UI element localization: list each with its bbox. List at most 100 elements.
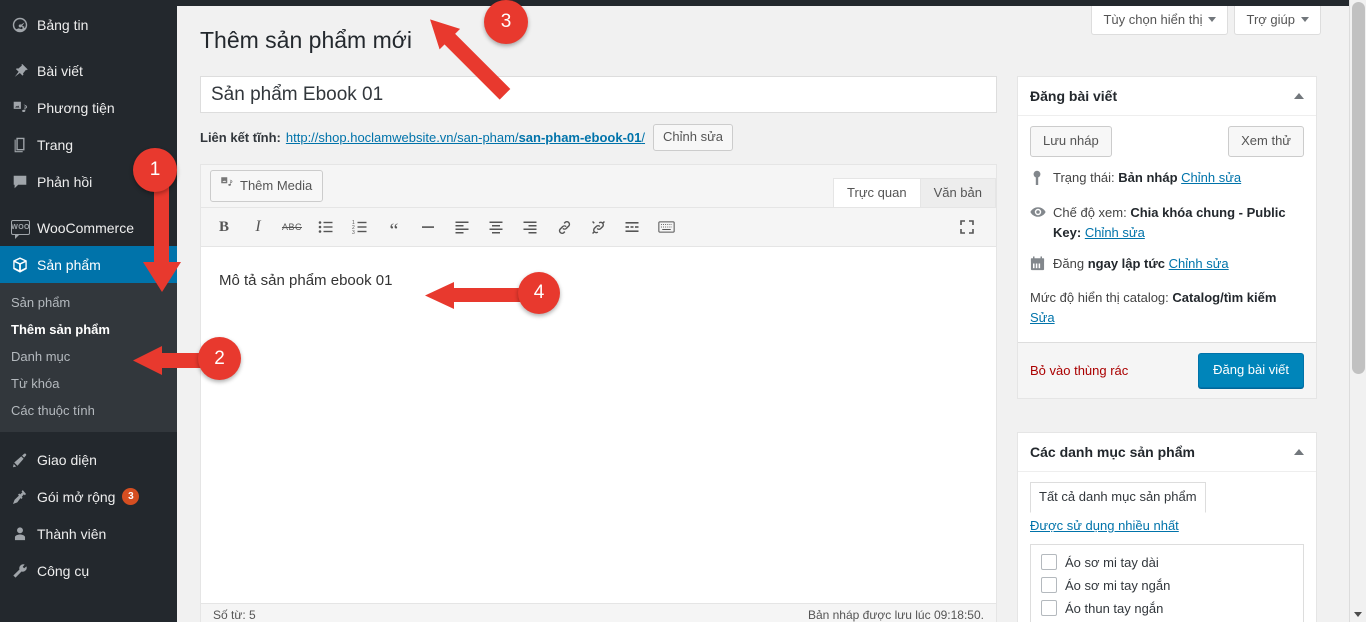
strikethrough-icon[interactable]: ABC <box>277 212 307 242</box>
chevron-up-icon[interactable] <box>1294 93 1304 99</box>
status-row: Trạng thái: Bản nháp Chỉnh sửa <box>1030 168 1304 192</box>
categories-tabs: Tất cả danh mục sản phẩm Được sử dụng nh… <box>1030 482 1304 536</box>
help-label: Trợ giúp <box>1246 12 1295 27</box>
read-more-icon[interactable] <box>617 212 647 242</box>
publish-box-header[interactable]: Đăng bài viết <box>1018 77 1316 116</box>
post-editor: Thêm Media Trực quan Văn bản B I ABC 123… <box>200 164 997 622</box>
preview-button[interactable]: Xem thử <box>1228 126 1304 157</box>
bold-icon[interactable]: B <box>209 212 239 242</box>
sidebar-item-label: Thành viên <box>37 525 107 542</box>
page-icon <box>11 136 37 154</box>
product-title-input[interactable]: Sản phẩm Ebook 01 <box>200 76 997 113</box>
tab-visual[interactable]: Trực quan <box>833 178 921 208</box>
list-item[interactable]: Áo sơ mi tay ngắn <box>1041 577 1293 593</box>
appearance-brush-icon <box>11 451 37 469</box>
category-label: Áo sơ mi tay dài <box>1065 554 1159 570</box>
bullet-list-icon[interactable] <box>311 212 341 242</box>
category-checkbox[interactable] <box>1041 600 1057 616</box>
display-options-label: Tùy chọn hiển thị <box>1103 12 1203 27</box>
pin-marker-icon <box>1030 170 1046 192</box>
sidebar-item-users[interactable]: Thành viên <box>0 515 177 552</box>
scrollbar-thumb[interactable] <box>1352 2 1365 374</box>
italic-icon[interactable]: I <box>243 212 273 242</box>
publish-box: Đăng bài viết Lưu nháp Xem thử Trạng thá… <box>1017 76 1317 399</box>
display-options-button[interactable]: Tùy chọn hiển thị <box>1091 6 1229 35</box>
dashboard-icon <box>11 16 37 34</box>
permalink-trailing: / <box>641 130 646 145</box>
insert-link-icon[interactable] <box>549 212 579 242</box>
publish-box-body: Lưu nháp Xem thử Trạng thái: Bản nháp Ch… <box>1018 116 1316 342</box>
list-item[interactable]: Áo sơ mi tay dài <box>1041 554 1293 570</box>
sidebar-item-media[interactable]: Phương tiện <box>0 89 177 126</box>
annotation-badge-3: 3 <box>484 0 528 44</box>
numbered-list-icon[interactable]: 123 <box>345 212 375 242</box>
horizontal-rule-icon[interactable] <box>413 212 443 242</box>
sidebar-item-posts[interactable]: Bài viết <box>0 52 177 89</box>
blockquote-icon[interactable]: “ <box>379 212 409 242</box>
sidebar-item-label: Sản phẩm <box>37 256 101 273</box>
publish-button[interactable]: Đăng bài viết <box>1198 353 1304 388</box>
schedule-prefix: Đăng <box>1053 256 1085 271</box>
tab-most-used[interactable]: Được sử dụng nhiều nhất <box>1030 512 1179 536</box>
edit-status-link[interactable]: Chỉnh sửa <box>1181 170 1241 185</box>
sidebar-item-label: Công cụ <box>37 562 90 579</box>
scroll-down-arrow-icon[interactable] <box>1354 612 1362 617</box>
sidebar-item-label: Phương tiện <box>37 99 115 116</box>
editor-paragraph: Mô tả sản phẩm ebook 01 <box>219 272 393 289</box>
svg-text:3: 3 <box>352 230 355 235</box>
add-media-button[interactable]: Thêm Media <box>210 170 324 202</box>
category-label: Áo thun tay ngắn <box>1065 600 1164 616</box>
sidebar-item-label: WooCommerce <box>37 219 134 236</box>
publish-actions-row: Lưu nháp Xem thử <box>1030 126 1304 157</box>
align-left-icon[interactable] <box>447 212 477 242</box>
unlink-icon[interactable] <box>583 212 613 242</box>
move-to-trash-link[interactable]: Bỏ vào thùng rác <box>1030 363 1128 378</box>
sidebar-item-plugins[interactable]: Gói mở rộng 3 <box>0 478 177 515</box>
list-item[interactable]: Áo thun tay ngắn <box>1041 600 1293 616</box>
help-button[interactable]: Trợ giúp <box>1234 6 1321 35</box>
edit-catalog-link[interactable]: Sửa <box>1030 310 1055 325</box>
main-content: Tùy chọn hiển thị Trợ giúp Thêm sản phẩm… <box>177 0 1366 622</box>
page-scrollbar[interactable] <box>1349 0 1366 622</box>
permalink-row: Liên kết tĩnh: http://shop.hoclamwebsite… <box>200 124 734 151</box>
edit-permalink-button[interactable]: Chỉnh sửa <box>653 124 734 151</box>
submenu-item-products-attributes[interactable]: Các thuộc tính <box>0 397 177 424</box>
edit-visibility-link[interactable]: Chỉnh sửa <box>1085 225 1145 240</box>
align-right-icon[interactable] <box>515 212 545 242</box>
permalink-label: Liên kết tĩnh: <box>200 130 281 145</box>
annotation-badge-1: 1 <box>133 148 177 192</box>
sidebar-item-dashboard[interactable]: Bảng tin <box>0 6 177 43</box>
sidebar-item-label: Trang <box>37 136 74 153</box>
sidebar-item-tools[interactable]: Công cụ <box>0 552 177 589</box>
status-value: Bản nháp <box>1118 170 1178 185</box>
edit-schedule-link[interactable]: Chỉnh sửa <box>1169 256 1229 271</box>
admin-sidebar: Bảng tin Bài viết Phương tiện Trang Phản… <box>0 0 177 622</box>
keyboard-shortcuts-icon[interactable] <box>651 212 681 242</box>
editor-content-area[interactable]: Mô tả sản phẩm ebook 01 <box>201 247 996 603</box>
align-center-icon[interactable] <box>481 212 511 242</box>
annotation-badge-2: 2 <box>198 337 241 380</box>
woo-icon: WOO <box>11 220 37 239</box>
add-media-label: Thêm Media <box>240 177 313 193</box>
media-icon <box>219 175 234 196</box>
plugin-plug-icon <box>11 488 37 506</box>
save-draft-button[interactable]: Lưu nháp <box>1030 126 1112 157</box>
eye-icon <box>1030 205 1046 225</box>
permalink-url[interactable]: http://shop.hoclamwebsite.vn/san-pham/sa… <box>286 130 645 145</box>
chevron-up-icon[interactable] <box>1294 449 1304 455</box>
schedule-value: ngay lập tức <box>1087 256 1166 271</box>
category-checkbox[interactable] <box>1041 577 1057 593</box>
products-box-icon <box>11 256 37 274</box>
tab-text[interactable]: Văn bản <box>919 178 996 208</box>
fullscreen-icon[interactable] <box>952 212 982 242</box>
submenu-item-products-add[interactable]: Thêm sản phẩm <box>0 316 177 343</box>
categories-box-header[interactable]: Các danh mục sản phẩm <box>1018 433 1316 472</box>
sidebar-item-label: Bài viết <box>37 62 83 79</box>
categories-box-body: Tất cả danh mục sản phẩm Được sử dụng nh… <box>1018 472 1316 622</box>
pin-icon <box>11 62 37 80</box>
tab-all-categories[interactable]: Tất cả danh mục sản phẩm <box>1030 482 1206 513</box>
sidebar-item-appearance[interactable]: Giao diện <box>0 441 177 478</box>
editor-toolbar: B I ABC 123 “ <box>201 207 996 247</box>
category-checkbox[interactable] <box>1041 554 1057 570</box>
calendar-icon <box>1030 256 1046 277</box>
